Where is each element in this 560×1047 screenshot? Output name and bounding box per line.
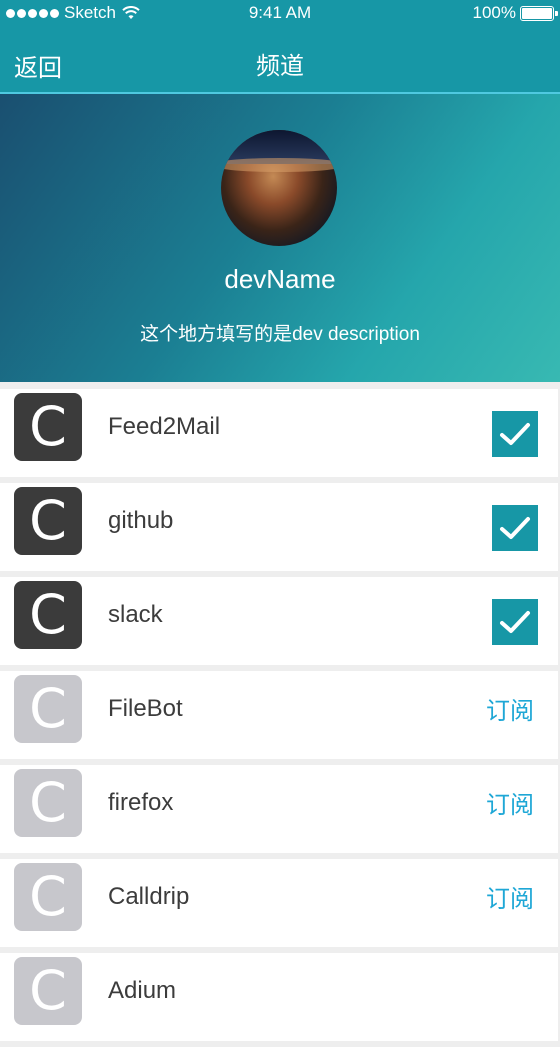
channel-name: Feed2Mail: [108, 413, 221, 440]
navigation-bar: Sketch 9:41 AM 100% 返回 频道: [0, 0, 560, 94]
subscribed-checkbox[interactable]: [492, 599, 538, 645]
channel-icon: C: [14, 675, 82, 743]
subscribe-button[interactable]: 订阅: [486, 879, 534, 914]
channel-name: Calldrip: [108, 883, 190, 910]
channel-icon: C: [14, 581, 82, 649]
channel-icon: C: [14, 393, 82, 461]
list-item[interactable]: C github: [0, 483, 558, 571]
subscribed-checkbox[interactable]: [492, 411, 538, 457]
checkmark-icon: [500, 611, 530, 633]
profile-header: devName 这个地方填写的是dev description: [0, 94, 560, 382]
channel-name: firefox: [108, 789, 174, 816]
developer-description: 这个地方填写的是dev description: [140, 324, 420, 345]
channel-name: github: [108, 507, 174, 534]
battery-percent: 100%: [472, 3, 516, 22]
checkmark-icon: [500, 517, 530, 539]
channel-icon: C: [14, 957, 82, 1025]
subscribe-button[interactable]: 订阅: [486, 691, 534, 726]
list-item[interactable]: C Calldrip 订阅: [0, 859, 558, 947]
subscribe-button[interactable]: 订阅: [486, 785, 534, 820]
channel-name: FileBot: [108, 695, 183, 722]
list-item[interactable]: C slack: [0, 577, 558, 665]
battery-icon: [520, 5, 558, 21]
list-item[interactable]: C firefox 订阅: [0, 765, 558, 853]
channel-icon: C: [14, 769, 82, 837]
list-item[interactable]: C FileBot 订阅: [0, 671, 558, 759]
channel-name: Adium: [108, 977, 177, 1004]
list-item[interactable]: C Feed2Mail: [0, 389, 558, 477]
list-item[interactable]: C Adium: [0, 953, 558, 1041]
page-title: 频道: [256, 53, 304, 80]
channel-list: C Feed2Mail C github C slack C FileBot 订…: [0, 389, 560, 1047]
battery-status: 100%: [472, 3, 558, 23]
developer-name: devName: [224, 264, 336, 294]
checkmark-icon: [500, 423, 530, 445]
avatar: [221, 130, 337, 246]
channel-name: slack: [108, 601, 163, 628]
channel-icon: C: [14, 487, 82, 555]
status-bar: Sketch 9:41 AM 100%: [0, 0, 560, 26]
subscribed-checkbox[interactable]: [492, 505, 538, 551]
channel-icon: C: [14, 863, 82, 931]
